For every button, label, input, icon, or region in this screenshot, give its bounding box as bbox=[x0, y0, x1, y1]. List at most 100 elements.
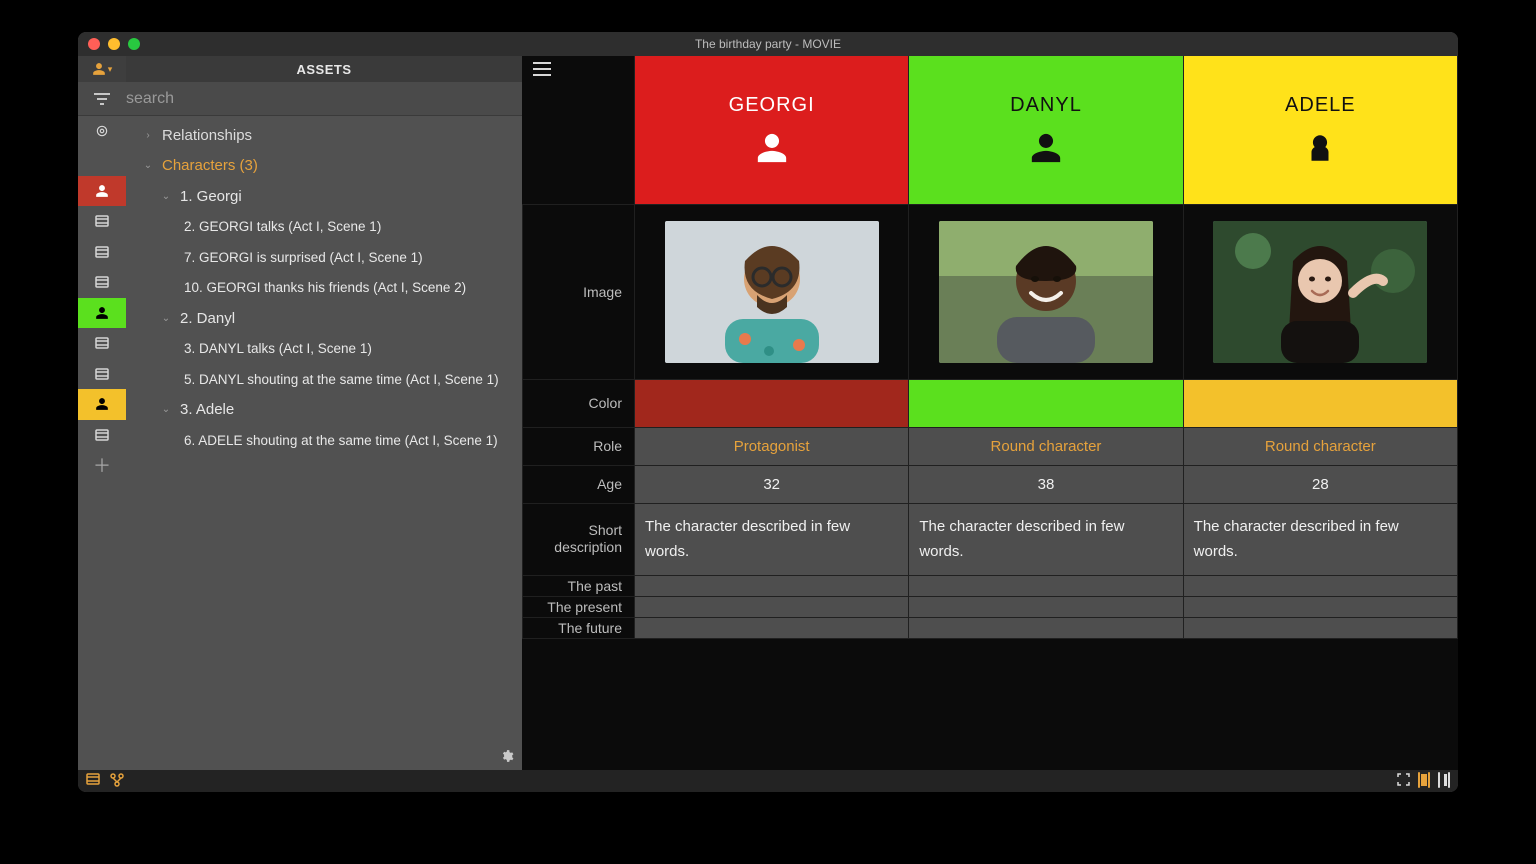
status-film-icon[interactable] bbox=[86, 773, 100, 790]
layout-right2-button[interactable] bbox=[1448, 773, 1450, 789]
age-cell[interactable]: 38 bbox=[909, 465, 1183, 503]
section-relationships[interactable]: › Relationships bbox=[126, 120, 522, 151]
person-icon bbox=[95, 306, 109, 320]
gear-rail-icon[interactable] bbox=[78, 116, 126, 145]
film-icon bbox=[95, 246, 109, 258]
scene-item[interactable]: 5. DANYL shouting at the same time (Act … bbox=[126, 364, 522, 395]
rail-scene-icon[interactable] bbox=[78, 267, 126, 298]
search-menu-icon[interactable] bbox=[78, 93, 126, 105]
chevron-right-icon: › bbox=[142, 130, 154, 141]
sidebar-settings-icon[interactable] bbox=[500, 749, 514, 766]
rail-scene-icon[interactable] bbox=[78, 206, 126, 237]
column-name: DANYL bbox=[909, 94, 1182, 117]
search-input[interactable] bbox=[126, 90, 522, 108]
status-branch-icon[interactable] bbox=[110, 773, 124, 790]
past-cell[interactable] bbox=[909, 575, 1183, 596]
portrait-adele bbox=[1213, 221, 1427, 363]
rail-scene-icon[interactable] bbox=[78, 237, 126, 268]
character-item-danyl[interactable]: ⌄ 2. Danyl bbox=[126, 303, 522, 334]
person-icon bbox=[92, 62, 106, 76]
scene-item[interactable]: 6. ADELE shouting at the same time (Act … bbox=[126, 425, 522, 456]
row-label-future: The future bbox=[523, 617, 635, 638]
row-label-color: Color bbox=[523, 379, 635, 427]
row-label-present: The present bbox=[523, 596, 635, 617]
image-cell-adele[interactable] bbox=[1183, 204, 1457, 379]
user-menu[interactable]: ▾ bbox=[78, 56, 126, 82]
past-cell[interactable] bbox=[635, 575, 909, 596]
hamburger-icon bbox=[94, 93, 110, 105]
present-cell[interactable] bbox=[635, 596, 909, 617]
window-title: The birthday party - MOVIE bbox=[78, 37, 1458, 51]
character-label: 1. Georgi bbox=[180, 188, 242, 205]
image-cell-georgi[interactable] bbox=[635, 204, 909, 379]
layout-left-button[interactable] bbox=[1418, 773, 1420, 789]
comparison-table: GEORGI DANYL ADELE Image bbox=[522, 56, 1458, 639]
comparison-panel: GEORGI DANYL ADELE Image bbox=[522, 56, 1458, 770]
rail-scene-icon[interactable] bbox=[78, 359, 126, 390]
column-header-georgi[interactable]: GEORGI bbox=[635, 56, 909, 204]
age-cell[interactable]: 32 bbox=[635, 465, 909, 503]
short-desc-cell[interactable]: The character described in few words. bbox=[909, 503, 1183, 575]
row-label-short-desc: Short description bbox=[523, 503, 635, 575]
row-label-age: Age bbox=[523, 465, 635, 503]
rail-marker-georgi[interactable] bbox=[78, 176, 126, 207]
row-label-past: The past bbox=[523, 575, 635, 596]
portrait-danyl bbox=[939, 221, 1153, 363]
age-cell[interactable]: 28 bbox=[1183, 465, 1457, 503]
assets-title: ASSETS bbox=[126, 62, 522, 77]
role-cell[interactable]: Round character bbox=[909, 427, 1183, 465]
layout-right-button[interactable] bbox=[1428, 773, 1430, 789]
status-bar bbox=[78, 770, 1458, 792]
layout-controls bbox=[1397, 773, 1450, 789]
film-icon bbox=[95, 276, 109, 288]
character-item-adele[interactable]: ⌄ 3. Adele bbox=[126, 395, 522, 426]
chevron-down-icon: ⌄ bbox=[160, 191, 172, 202]
color-cell-georgi[interactable] bbox=[635, 379, 909, 427]
short-desc-cell[interactable]: The character described in few words. bbox=[1183, 503, 1457, 575]
present-cell[interactable] bbox=[1183, 596, 1457, 617]
short-desc-cell[interactable]: The character described in few words. bbox=[635, 503, 909, 575]
column-header-danyl[interactable]: DANYL bbox=[909, 56, 1183, 204]
film-icon bbox=[95, 429, 109, 441]
add-asset-button[interactable]: ＋ bbox=[78, 450, 126, 481]
rail-scene-icon[interactable] bbox=[78, 420, 126, 451]
present-cell[interactable] bbox=[909, 596, 1183, 617]
portrait-georgi bbox=[665, 221, 879, 363]
fullscreen-button[interactable] bbox=[1397, 773, 1410, 789]
image-cell-danyl[interactable] bbox=[909, 204, 1183, 379]
film-icon bbox=[95, 337, 109, 349]
chevron-down-icon: ⌄ bbox=[142, 160, 154, 171]
column-name: GEORGI bbox=[635, 94, 908, 117]
asset-rail: ＋ bbox=[78, 116, 126, 770]
person-icon bbox=[755, 131, 789, 165]
scene-item[interactable]: 2. GEORGI talks (Act I, Scene 1) bbox=[126, 212, 522, 243]
grid-corner bbox=[523, 56, 635, 204]
role-cell[interactable]: Round character bbox=[1183, 427, 1457, 465]
color-cell-adele[interactable] bbox=[1183, 379, 1457, 427]
person-icon bbox=[95, 397, 109, 411]
past-cell[interactable] bbox=[1183, 575, 1457, 596]
future-cell[interactable] bbox=[1183, 617, 1457, 638]
section-characters[interactable]: ⌄ Characters (3) bbox=[126, 151, 522, 182]
rail-marker-danyl[interactable] bbox=[78, 298, 126, 329]
rail-marker-adele[interactable] bbox=[78, 389, 126, 420]
target-icon bbox=[95, 124, 109, 138]
column-name: ADELE bbox=[1184, 94, 1457, 117]
scene-item[interactable]: 10. GEORGI thanks his friends (Act I, Sc… bbox=[126, 273, 522, 304]
color-cell-danyl[interactable] bbox=[909, 379, 1183, 427]
branch-icon bbox=[110, 773, 124, 787]
column-header-adele[interactable]: ADELE bbox=[1183, 56, 1457, 204]
role-cell[interactable]: Protagonist bbox=[635, 427, 909, 465]
layout-empty-button[interactable] bbox=[1438, 773, 1440, 789]
future-cell[interactable] bbox=[909, 617, 1183, 638]
rail-scene-icon[interactable] bbox=[78, 328, 126, 359]
character-label: 3. Adele bbox=[180, 401, 234, 418]
grid-menu-icon[interactable] bbox=[533, 62, 551, 81]
future-cell[interactable] bbox=[635, 617, 909, 638]
scene-item[interactable]: 3. DANYL talks (Act I, Scene 1) bbox=[126, 334, 522, 365]
titlebar: The birthday party - MOVIE bbox=[78, 32, 1458, 56]
hamburger-icon bbox=[533, 62, 551, 76]
character-label: 2. Danyl bbox=[180, 310, 235, 327]
character-item-georgi[interactable]: ⌄ 1. Georgi bbox=[126, 181, 522, 212]
scene-item[interactable]: 7. GEORGI is surprised (Act I, Scene 1) bbox=[126, 242, 522, 273]
